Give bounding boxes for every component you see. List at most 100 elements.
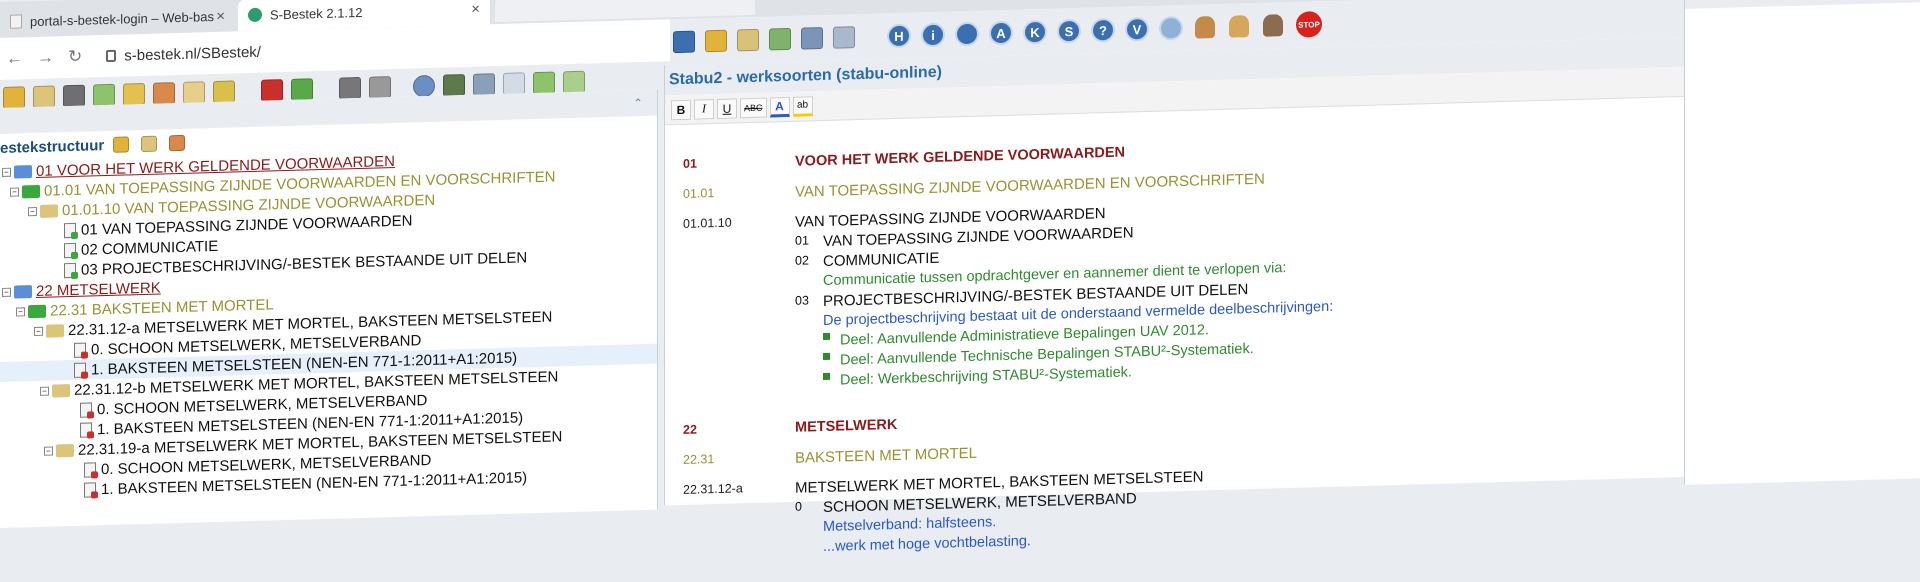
folder-add-icon[interactable] — [113, 136, 129, 152]
document-icon — [84, 462, 96, 477]
open-folder-icon[interactable] — [3, 86, 25, 109]
preview-icon[interactable] — [503, 72, 525, 95]
book-icon[interactable] — [673, 31, 695, 54]
folder-icon — [14, 285, 32, 299]
forward-icon[interactable]: → — [37, 47, 54, 67]
section-number: 22.31.12-a — [665, 480, 795, 498]
settings-icon[interactable] — [1159, 16, 1183, 41]
folder-remove-icon[interactable] — [169, 135, 185, 151]
tree-node-label: 02 COMMUNICATIE — [81, 237, 218, 258]
edit-icon[interactable] — [737, 29, 759, 52]
collapse-toggle[interactable]: − — [2, 167, 11, 176]
add-document-icon[interactable] — [533, 71, 555, 94]
collapse-toggle[interactable]: − — [16, 307, 25, 316]
a-button[interactable]: A — [989, 21, 1013, 46]
section-number: 01 — [665, 154, 795, 172]
font-color-button[interactable]: A — [770, 96, 790, 117]
document-icon — [64, 242, 76, 257]
row-spacer — [795, 519, 823, 520]
search-icon[interactable] — [473, 73, 495, 96]
reload-icon[interactable]: ↻ — [68, 47, 82, 67]
folder-icon — [14, 165, 32, 179]
body-text: Metselverband: halfsteens. — [823, 514, 996, 535]
v-button[interactable]: V — [1125, 17, 1149, 42]
highlight-color-button[interactable]: ab — [793, 96, 813, 117]
tree-node-label: 22 METSELWERK — [36, 279, 161, 299]
stop-button[interactable]: STOP — [1296, 11, 1322, 38]
url-field[interactable]: s-bestek.nl/SBestek/ — [106, 43, 261, 64]
section-heading: METSELWERK — [795, 417, 897, 436]
underline-button[interactable]: U — [717, 98, 737, 119]
check-icon[interactable] — [443, 74, 465, 97]
subsection-number: 02 — [795, 253, 823, 268]
document-icon — [80, 402, 92, 417]
question-button[interactable]: ? — [1091, 18, 1115, 43]
undo-icon[interactable] — [339, 77, 361, 100]
bullet-icon — [823, 373, 830, 380]
arrow-right-icon[interactable] — [291, 78, 313, 101]
section-heading: VAN TOEPASSING ZIJNDE VOORWAARDEN EN VOO… — [795, 171, 1265, 201]
globe-icon[interactable] — [955, 22, 979, 47]
help-h-button[interactable]: H — [887, 24, 911, 49]
subsection-heading: COMMUNICATIE — [823, 250, 939, 270]
folder-icon — [22, 184, 40, 198]
app-stage: portal-s-bestek-login – Web-bas × S-Best… — [0, 0, 1920, 508]
k-button[interactable]: K — [1023, 20, 1047, 45]
redo-icon[interactable] — [369, 76, 391, 99]
folder-icon — [28, 304, 46, 318]
document-icon — [74, 342, 86, 357]
export-icon[interactable] — [833, 26, 855, 49]
folder-up-icon[interactable] — [93, 84, 115, 107]
collapse-toggle[interactable]: − — [28, 206, 37, 215]
section-heading: VOOR HET WERK GELDENDE VOORWAARDEN — [795, 145, 1125, 170]
s-button[interactable]: S — [1057, 19, 1081, 44]
row-spacer — [795, 373, 823, 374]
print-icon[interactable] — [801, 27, 823, 50]
subsection-number: 01 — [795, 233, 823, 248]
back-icon[interactable]: ← — [6, 48, 23, 68]
section-number: 01.01 — [665, 184, 795, 202]
folder-icon — [40, 204, 58, 218]
collapse-toggle[interactable]: − — [2, 287, 11, 296]
structure-tree: − 01 VOOR HET WERK GELDENDE VOORWAARDEN … — [0, 144, 657, 502]
archive-icon[interactable] — [63, 85, 85, 108]
document-icon — [84, 482, 96, 497]
close-icon[interactable]: × — [471, 0, 480, 17]
refresh-icon[interactable] — [769, 28, 791, 51]
add-page-icon[interactable] — [563, 71, 585, 94]
strikethrough-button[interactable]: ABC — [740, 97, 767, 118]
italic-button[interactable]: I — [694, 99, 714, 120]
info-button[interactable]: i — [921, 23, 945, 48]
tab-title: S-Bestek 2.1.12 — [270, 4, 363, 22]
folder-delete-icon[interactable] — [153, 82, 175, 105]
folder-icon — [46, 324, 64, 338]
logout-person-icon[interactable] — [1263, 14, 1283, 37]
subsection-number: 0 — [795, 499, 823, 514]
info-panel: Infopanel / Gebruikers wijzigin — [1684, 0, 1920, 485]
arrow-down-icon[interactable] — [261, 79, 283, 102]
structure-panel: ⌃ estekstructuur − 01 VOOR HET WERK GELD… — [0, 90, 658, 528]
css-icon[interactable] — [413, 75, 435, 98]
search-folder-icon[interactable] — [33, 85, 55, 108]
folder-swap-icon[interactable] — [213, 80, 235, 103]
folder-open-icon[interactable] — [141, 136, 157, 152]
document-icon — [64, 262, 76, 277]
collapse-toggle[interactable]: − — [34, 326, 43, 335]
collapse-toggle[interactable]: − — [44, 446, 53, 455]
collapse-toggle[interactable]: − — [10, 187, 19, 196]
folder-move-icon[interactable] — [123, 83, 145, 106]
folder-icon — [52, 384, 70, 398]
user-icon[interactable] — [1195, 16, 1215, 39]
users-icon[interactable] — [1229, 15, 1249, 38]
bold-button[interactable]: B — [671, 99, 691, 120]
toolbar-spacer — [862, 36, 880, 37]
collapse-toggle[interactable]: − — [40, 386, 49, 395]
row-spacer — [795, 273, 823, 274]
folder-edit-icon[interactable] — [183, 81, 205, 104]
url-text: s-bestek.nl/SBestek/ — [124, 43, 261, 64]
collapse-up-icon[interactable]: ⌃ — [633, 96, 643, 110]
close-icon[interactable]: × — [216, 7, 225, 24]
bookmark-icon[interactable] — [705, 30, 727, 53]
sbestek-favicon — [248, 8, 262, 22]
document-content[interactable]: 01 VOOR HET WERK GELDENDE VOORWAARDEN 01… — [665, 96, 1709, 563]
